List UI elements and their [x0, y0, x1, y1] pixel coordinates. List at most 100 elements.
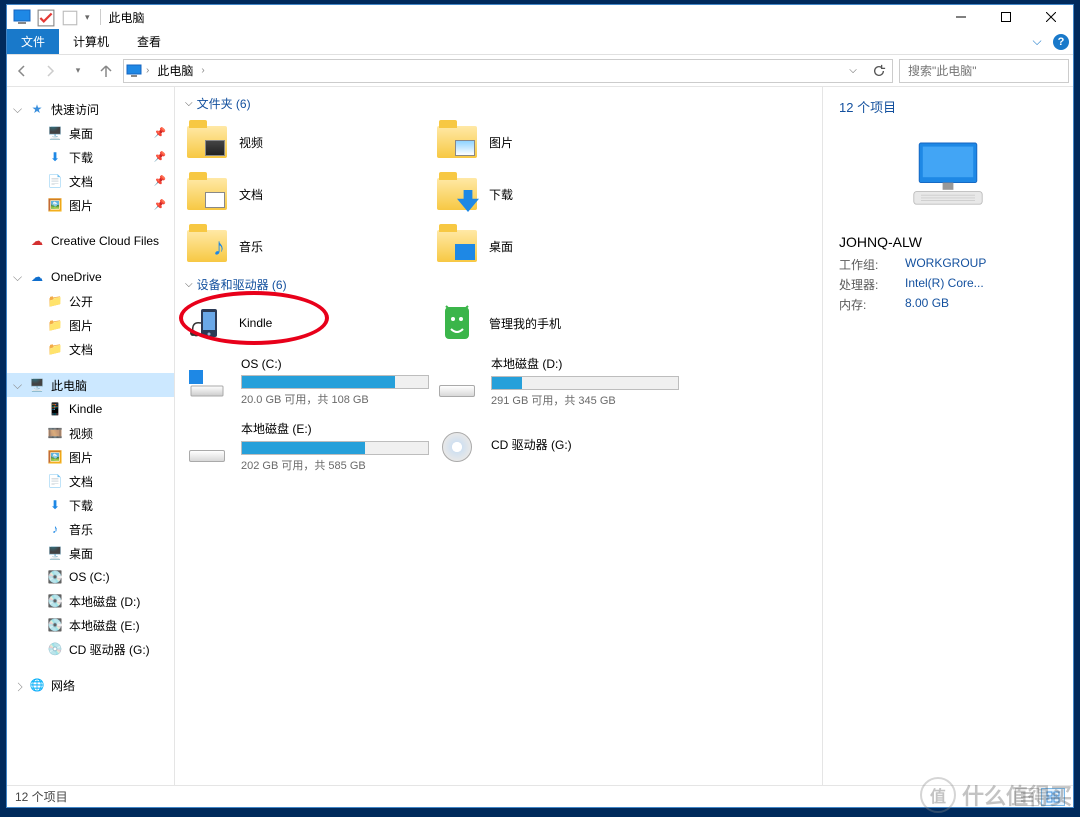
- sidebar-item-drive-d[interactable]: 💽本地磁盘 (D:): [7, 589, 174, 613]
- sidebar-this-pc[interactable]: ⌵🖥️此电脑: [7, 373, 174, 397]
- qat-properties-icon[interactable]: [37, 9, 55, 25]
- sidebar-onedrive[interactable]: ⌵☁OneDrive: [7, 265, 174, 289]
- sidebar-item-drive-g[interactable]: 💿CD 驱动器 (G:): [7, 637, 174, 661]
- view-details-button[interactable]: [1015, 788, 1039, 806]
- explorer-window: ▾ 此电脑 文件 计算机 查看 ⌵ ? ▾ › 此电脑 › ⌵: [6, 4, 1074, 808]
- folder-music[interactable]: ♪ 音乐: [183, 220, 433, 272]
- folder-music-icon: ♪: [187, 226, 227, 266]
- ribbon-expand-icon[interactable]: ⌵: [1025, 29, 1049, 54]
- download-icon: ⬇: [47, 497, 63, 513]
- nav-recent-dropdown[interactable]: ▾: [67, 60, 89, 82]
- sidebar-item-music[interactable]: ♪音乐: [7, 517, 174, 541]
- section-devices-header[interactable]: ⌵设备和驱动器 (6): [183, 272, 814, 297]
- device-kindle[interactable]: Kindle: [183, 297, 433, 349]
- desktop-icon: 🖥️: [47, 125, 63, 141]
- drive-e[interactable]: 本地磁盘 (E:) 202 GB 可用，共 585 GB: [183, 414, 433, 479]
- help-button[interactable]: ?: [1049, 29, 1073, 54]
- sidebar-item-documents[interactable]: 📁文档: [7, 337, 174, 361]
- sidebar-item-drive-e[interactable]: 💽本地磁盘 (E:): [7, 613, 174, 637]
- capacity-bar: [241, 375, 429, 389]
- chevron-down-icon: ⌵: [185, 98, 193, 109]
- ribbon-tabs: 文件 计算机 查看 ⌵ ?: [7, 29, 1073, 55]
- tab-file[interactable]: 文件: [7, 29, 59, 54]
- sidebar-item-drive-c[interactable]: 💽OS (C:): [7, 565, 174, 589]
- sidebar-item-public[interactable]: 📁公开: [7, 289, 174, 313]
- sidebar-item-desktop[interactable]: 🖥️桌面📌: [7, 121, 174, 145]
- sidebar-item-videos[interactable]: 🎞️视频: [7, 421, 174, 445]
- address-pc-icon: [126, 63, 142, 79]
- detail-workgroup: WORKGROUP: [905, 256, 1057, 273]
- drive-icon: 💽: [47, 593, 63, 609]
- status-item-count: 12 个项目: [15, 788, 68, 805]
- chevron-right-icon[interactable]: ⌵: [12, 679, 27, 691]
- chevron-down-icon[interactable]: ⌵: [13, 102, 25, 117]
- drive-d[interactable]: 本地磁盘 (D:) 291 GB 可用，共 345 GB: [433, 349, 683, 414]
- kindle-device-icon: [187, 303, 227, 343]
- os-drive-icon: [187, 362, 227, 402]
- address-history-dropdown[interactable]: ⌵: [842, 60, 864, 82]
- nav-up-button[interactable]: [95, 60, 117, 82]
- folder-videos[interactable]: 视频: [183, 116, 433, 168]
- close-button[interactable]: [1028, 5, 1073, 29]
- sidebar-creative-cloud[interactable]: ☁Creative Cloud Files: [7, 229, 174, 253]
- folder-document-icon: [187, 174, 227, 214]
- computer-name: JOHNQ-ALW: [839, 234, 1057, 250]
- folder-desktop[interactable]: 桌面: [433, 220, 683, 272]
- sidebar-item-downloads[interactable]: ⬇下载: [7, 493, 174, 517]
- address-bar[interactable]: › 此电脑 › ⌵: [123, 59, 893, 83]
- creative-cloud-icon: ☁: [29, 233, 45, 249]
- download-icon: ⬇: [47, 149, 63, 165]
- music-icon: ♪: [47, 521, 63, 537]
- details-heading: 12 个项目: [839, 97, 1057, 116]
- qat-new-folder-icon[interactable]: [61, 9, 79, 25]
- view-large-icons-button[interactable]: [1041, 788, 1065, 806]
- breadcrumb-this-pc[interactable]: 此电脑: [153, 62, 197, 79]
- pc-small-icon: [13, 9, 31, 25]
- drive-g[interactable]: CD 驱动器 (G:): [433, 414, 683, 479]
- folder-download-icon: [437, 174, 477, 214]
- detail-memory: 8.00 GB: [905, 296, 1057, 313]
- video-icon: 🎞️: [47, 425, 63, 441]
- folder-documents[interactable]: 文档: [183, 168, 433, 220]
- maximize-button[interactable]: [983, 5, 1028, 29]
- sidebar-item-pictures[interactable]: 🖼️图片📌: [7, 193, 174, 217]
- sidebar-item-pictures[interactable]: 🖼️图片: [7, 445, 174, 469]
- folder-icon: 📁: [47, 293, 63, 309]
- drive-c[interactable]: OS (C:) 20.0 GB 可用，共 108 GB: [183, 349, 433, 414]
- search-box[interactable]: [899, 59, 1069, 83]
- refresh-button[interactable]: [868, 60, 890, 82]
- device-icon: 📱: [47, 401, 63, 417]
- sidebar-item-documents[interactable]: 📄文档: [7, 469, 174, 493]
- status-bar: 12 个项目: [7, 785, 1073, 807]
- sidebar-network[interactable]: ⌵🌐网络: [7, 673, 174, 697]
- capacity-bar: [241, 441, 429, 455]
- pin-icon: 📌: [154, 128, 166, 139]
- sidebar-item-kindle[interactable]: 📱Kindle: [7, 397, 174, 421]
- qat-dropdown-icon[interactable]: ▾: [85, 12, 90, 23]
- folder-pictures[interactable]: 图片: [433, 116, 683, 168]
- chevron-down-icon[interactable]: ⌵: [13, 270, 25, 285]
- window-title: 此电脑: [105, 9, 145, 26]
- nav-back-button[interactable]: [11, 60, 33, 82]
- sidebar-item-documents[interactable]: 📄文档📌: [7, 169, 174, 193]
- section-folders-header[interactable]: ⌵文件夹 (6): [183, 91, 814, 116]
- onedrive-icon: ☁: [29, 269, 45, 285]
- nav-forward-button[interactable]: [39, 60, 61, 82]
- chevron-right-icon[interactable]: ›: [146, 65, 149, 76]
- sidebar-item-desktop[interactable]: 🖥️桌面: [7, 541, 174, 565]
- drive-icon: 💽: [47, 569, 63, 585]
- hdd-icon: [437, 362, 477, 402]
- chevron-down-icon[interactable]: ⌵: [13, 378, 25, 393]
- folder-icon: 📁: [47, 317, 63, 333]
- tab-computer[interactable]: 计算机: [59, 29, 123, 54]
- sidebar-item-pictures[interactable]: 📁图片: [7, 313, 174, 337]
- minimize-button[interactable]: [938, 5, 983, 29]
- search-input[interactable]: [906, 63, 1065, 79]
- sidebar-item-downloads[interactable]: ⬇下载📌: [7, 145, 174, 169]
- folder-downloads[interactable]: 下载: [433, 168, 683, 220]
- chevron-right-icon[interactable]: ›: [201, 65, 204, 76]
- folder-desktop-icon: [437, 226, 477, 266]
- tab-view[interactable]: 查看: [123, 29, 175, 54]
- sidebar-quick-access[interactable]: ⌵ ★ 快速访问: [7, 97, 174, 121]
- device-manage-phone[interactable]: 管理我的手机: [433, 297, 683, 349]
